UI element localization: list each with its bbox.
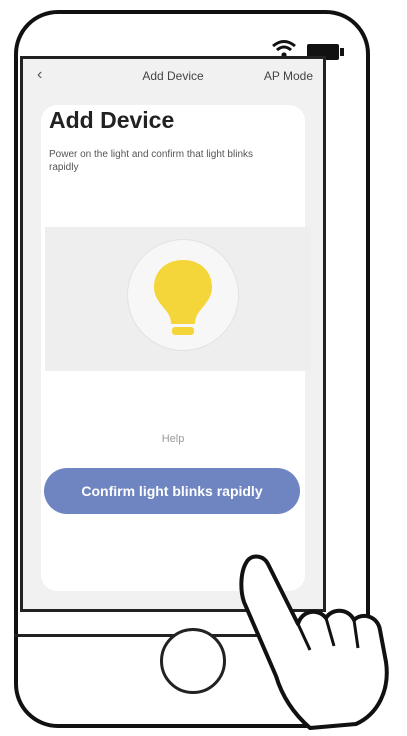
pointing-hand-icon: [239, 554, 389, 730]
bulb-circle: [127, 239, 239, 351]
confirm-light-blinks-button[interactable]: Confirm light blinks rapidly: [44, 468, 300, 514]
home-button: [160, 628, 226, 694]
navigation-bar: ‹ Add Device AP Mode: [23, 59, 323, 95]
lightbulb-icon: [154, 260, 212, 335]
ap-mode-button[interactable]: AP Mode: [264, 69, 313, 83]
help-link[interactable]: Help: [23, 433, 323, 445]
app-screen: ‹ Add Device AP Mode Add Device Power on…: [20, 56, 326, 612]
device-illustration: [45, 227, 311, 371]
page-title: Add Device: [49, 107, 175, 133]
instruction-text: Power on the light and confirm that ligh…: [49, 149, 253, 173]
